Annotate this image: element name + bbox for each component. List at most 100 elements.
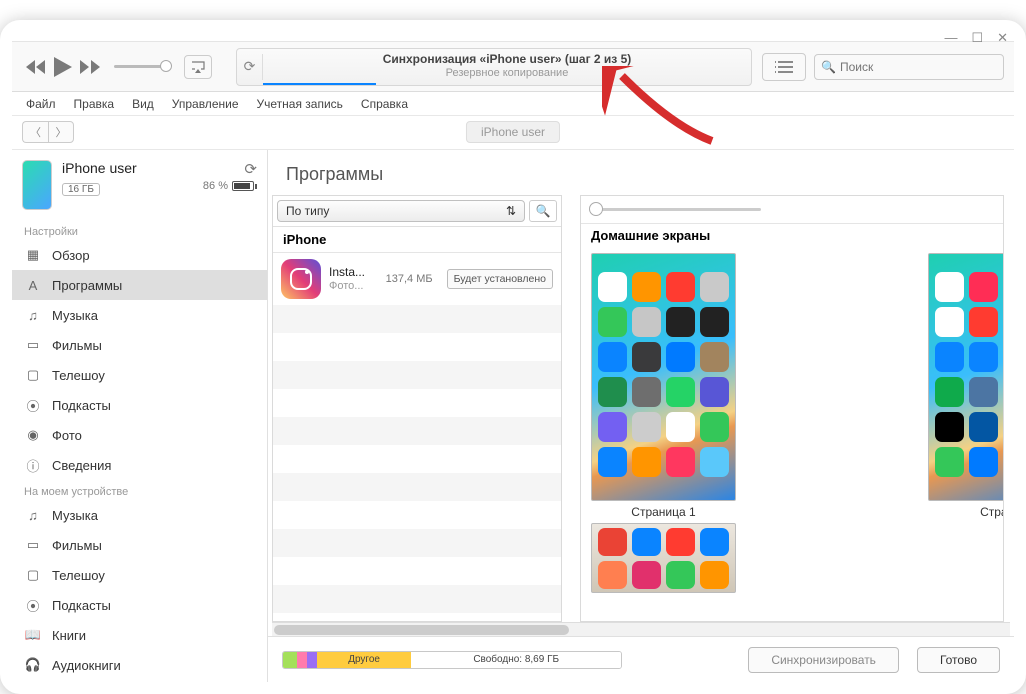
breadcrumb[interactable]: iPhone user	[466, 121, 560, 143]
sidebar-item[interactable]: ▢Телешоу	[12, 360, 267, 390]
menu-view[interactable]: Вид	[132, 97, 154, 111]
app-icon[interactable]	[700, 377, 729, 407]
app-icon[interactable]	[969, 272, 998, 302]
prev-track-button[interactable]	[26, 59, 46, 75]
app-row[interactable]: Insta... Фото... 137,4 МБ Будет установл…	[273, 253, 561, 305]
menu-help[interactable]: Справка	[361, 97, 408, 111]
app-icon[interactable]	[632, 377, 661, 407]
app-action-button[interactable]: Будет установлено	[447, 269, 553, 289]
sidebar-item[interactable]: 🔔Звуки	[12, 680, 267, 682]
sidebar-item[interactable]: ▦Обзор	[12, 240, 267, 270]
app-icon[interactable]	[598, 412, 627, 442]
app-icon[interactable]	[598, 272, 627, 302]
volume-slider[interactable]	[114, 65, 166, 68]
app-icon[interactable]	[935, 412, 964, 442]
app-icon[interactable]	[632, 272, 661, 302]
app-icon[interactable]	[598, 307, 627, 337]
sidebar: iPhone user 16 ГБ ⟳ 86 % Настройки ▦Обзо…	[12, 150, 268, 682]
app-icon[interactable]	[666, 272, 695, 302]
app-icon[interactable]	[969, 412, 998, 442]
refresh-icon[interactable]: ⟳	[237, 54, 263, 80]
menubar: Файл Правка Вид Управление Учетная запис…	[12, 92, 1014, 116]
app-icon[interactable]	[700, 447, 729, 477]
nav-back-button[interactable]: 〈	[22, 121, 48, 143]
sidebar-item[interactable]: ♫Музыка	[12, 300, 267, 330]
sidebar-item[interactable]: ▢Телешоу	[12, 560, 267, 590]
sidebar-icon: ▦	[24, 246, 42, 264]
app-icon[interactable]	[666, 377, 695, 407]
menu-controls[interactable]: Управление	[172, 97, 239, 111]
app-icon[interactable]	[632, 561, 661, 589]
app-icon[interactable]	[598, 528, 627, 556]
app-icon[interactable]	[935, 272, 964, 302]
app-icon[interactable]	[632, 412, 661, 442]
play-button[interactable]	[54, 57, 72, 77]
app-icon[interactable]	[666, 307, 695, 337]
sidebar-item[interactable]: AПрограммы	[12, 270, 267, 300]
home-page-2[interactable]: Страни	[928, 253, 1003, 615]
menu-file[interactable]: Файл	[26, 97, 56, 111]
nav-forward-button[interactable]: 〉	[48, 121, 74, 143]
window-close[interactable]: ✕	[997, 30, 1008, 46]
app-icon[interactable]	[666, 528, 695, 556]
app-icon[interactable]	[666, 561, 695, 589]
app-icon[interactable]	[666, 342, 695, 372]
app-icon[interactable]	[935, 377, 964, 407]
sidebar-icon: ▭	[24, 536, 42, 554]
sync-button[interactable]: Синхронизировать	[748, 647, 899, 673]
next-track-button[interactable]	[80, 59, 100, 75]
window-minimize[interactable]: —	[944, 30, 957, 46]
search-input[interactable]	[840, 60, 997, 74]
app-icon[interactable]	[969, 377, 998, 407]
app-icon[interactable]	[632, 342, 661, 372]
sidebar-item[interactable]: ♫Музыка	[12, 500, 267, 530]
app-icon[interactable]	[632, 447, 661, 477]
app-icon[interactable]	[700, 307, 729, 337]
app-category: Фото...	[329, 280, 378, 293]
device-thumbnail	[22, 160, 52, 210]
airplay-button[interactable]	[184, 55, 212, 79]
app-icon[interactable]	[969, 307, 998, 337]
app-icon[interactable]	[935, 447, 964, 477]
sidebar-item[interactable]: ⓘСведения	[12, 450, 267, 480]
home-page-1[interactable]: Страница 1	[591, 253, 736, 615]
app-icon[interactable]	[700, 528, 729, 556]
sidebar-item[interactable]: 🎧Аудиокниги	[12, 650, 267, 680]
app-icon[interactable]	[632, 528, 661, 556]
app-icon[interactable]	[598, 377, 627, 407]
sort-dropdown[interactable]: По типу⇅	[277, 200, 525, 222]
app-icon[interactable]	[969, 342, 998, 372]
app-icon[interactable]	[700, 272, 729, 302]
sidebar-item[interactable]: ⦿Подкасты	[12, 390, 267, 420]
apps-search-icon[interactable]: 🔍	[529, 200, 557, 222]
sidebar-item[interactable]: ⦿Подкасты	[12, 590, 267, 620]
app-icon[interactable]	[700, 561, 729, 589]
app-icon[interactable]	[700, 412, 729, 442]
search-field[interactable]: 🔍	[814, 54, 1004, 80]
window-maximize[interactable]: ☐	[971, 30, 983, 46]
app-icon[interactable]	[598, 342, 627, 372]
done-button[interactable]: Готово	[917, 647, 1000, 673]
sidebar-item[interactable]: ◉Фото	[12, 420, 267, 450]
app-icon[interactable]	[935, 342, 964, 372]
zoom-slider[interactable]	[591, 208, 761, 211]
menu-account[interactable]: Учетная запись	[257, 97, 343, 111]
app-icon[interactable]	[935, 307, 964, 337]
battery-pct: 86 %	[203, 180, 228, 192]
sidebar-item[interactable]: ▭Фильмы	[12, 530, 267, 560]
menu-edit[interactable]: Правка	[74, 97, 115, 111]
app-icon[interactable]	[632, 307, 661, 337]
app-icon[interactable]	[969, 447, 998, 477]
horizontal-scrollbar[interactable]	[272, 622, 1010, 636]
app-icon[interactable]	[598, 561, 627, 589]
empty-rows	[273, 305, 561, 621]
titlebar: — ☐ ✕	[12, 32, 1014, 42]
app-icon[interactable]	[700, 342, 729, 372]
app-icon[interactable]	[666, 412, 695, 442]
app-icon[interactable]	[666, 447, 695, 477]
sync-icon[interactable]: ⟳	[244, 160, 257, 178]
list-view-button[interactable]	[762, 53, 806, 81]
app-icon[interactable]	[598, 447, 627, 477]
sidebar-item[interactable]: 📖Книги	[12, 620, 267, 650]
sidebar-item[interactable]: ▭Фильмы	[12, 330, 267, 360]
